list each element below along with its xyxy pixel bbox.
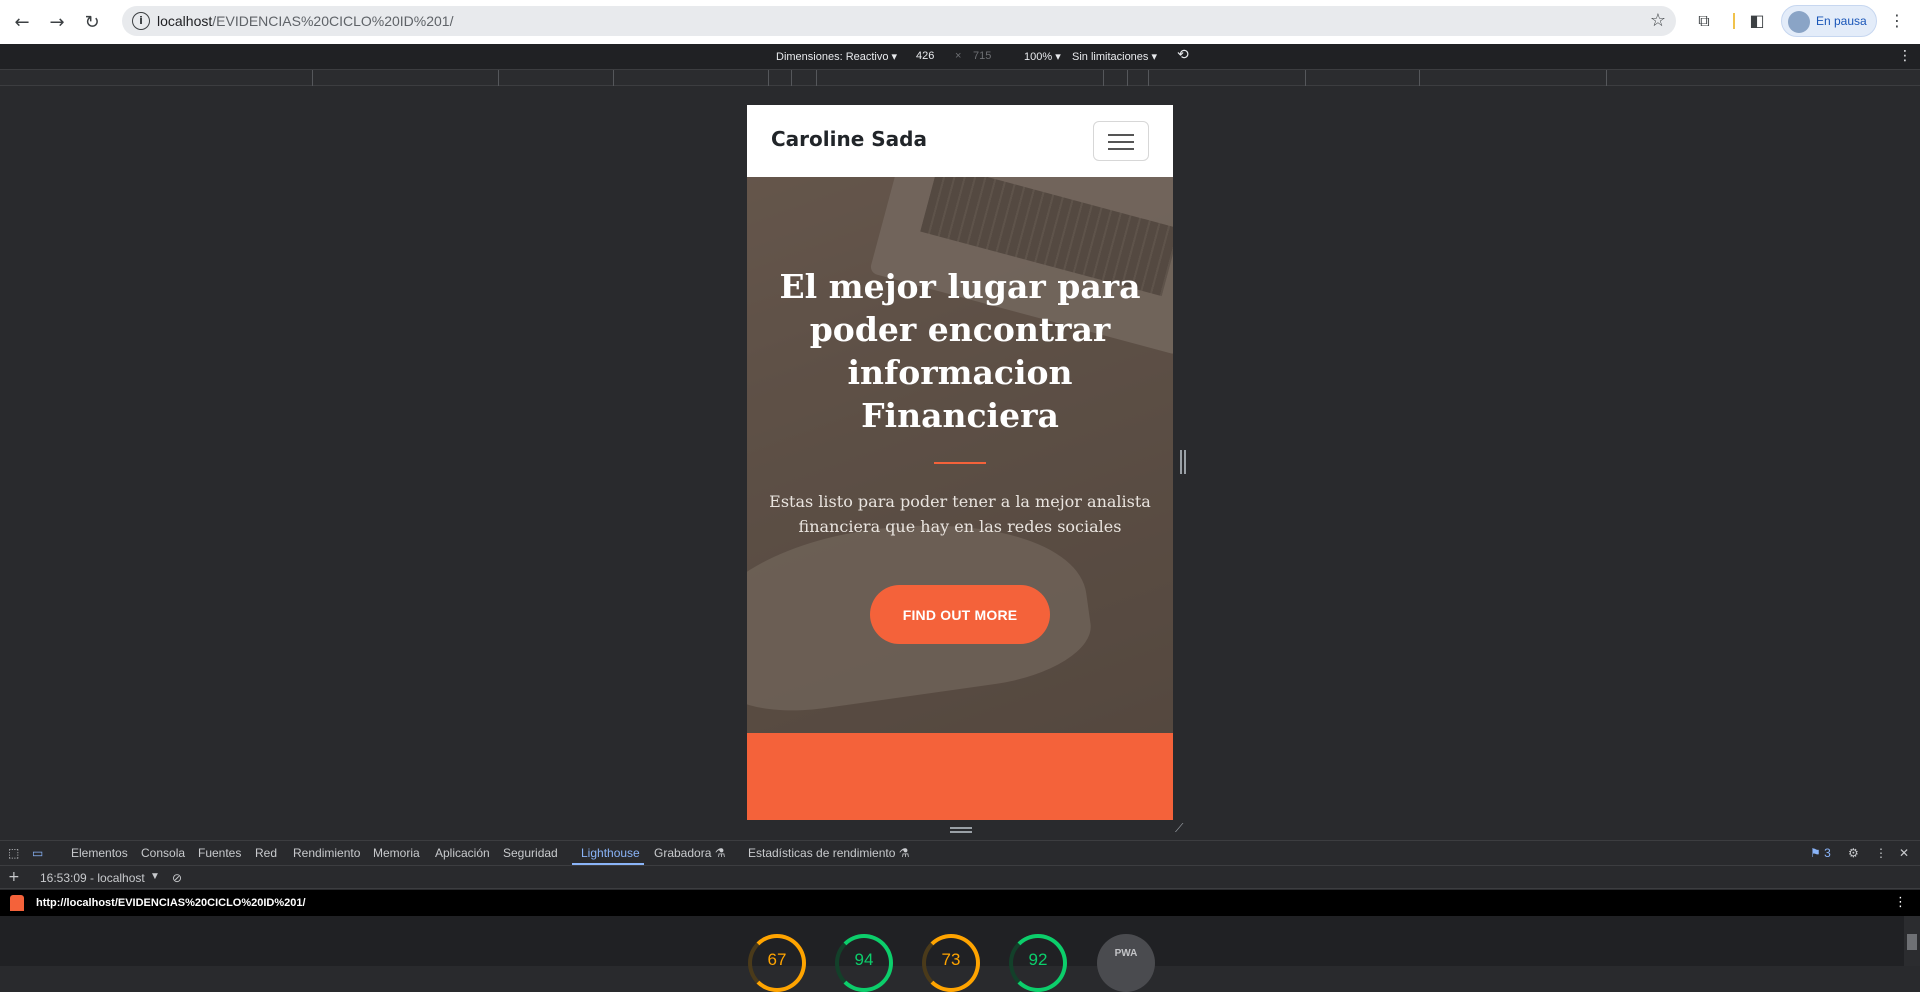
tab-estadisticas[interactable]: Estadísticas de rendimiento ⚗ [748, 846, 910, 860]
site-info-icon[interactable]: i [132, 12, 150, 30]
score-gauge-seo[interactable]: 92 [1009, 934, 1067, 992]
address-bar[interactable]: i localhost/EVIDENCIAS%20CICLO%20ID%201/… [122, 6, 1676, 36]
tab-elementos[interactable]: Elementos [71, 846, 128, 860]
menu-toggle-button[interactable] [1093, 121, 1149, 161]
score-gauge-accessibility[interactable]: 94 [835, 934, 893, 992]
back-arrow-icon[interactable]: ← [10, 10, 34, 34]
device-toolbar: Dimensiones: Reactivo ▾ 426 × 715 100% ▾… [0, 44, 1920, 69]
rotate-icon[interactable]: ⟲ [1177, 47, 1189, 63]
report-selector[interactable]: 16:53:09 - localhost [40, 871, 145, 885]
lighthouse-report: 67 94 73 92 PWA [0, 916, 1910, 992]
zoom-dropdown[interactable]: 100% ▾ [1024, 50, 1061, 63]
hero-section: El mejor lugar para poder encontrar info… [747, 177, 1173, 733]
device-options-icon[interactable]: ⋮ [1898, 48, 1912, 64]
profile-button[interactable]: En pausa [1781, 5, 1877, 37]
settings-gear-icon[interactable]: ⚙ [1848, 846, 1859, 860]
device-viewport: Caroline Sada El mejor lugar para poder … [747, 105, 1173, 820]
report-url[interactable]: http://localhost/EVIDENCIAS%20CICLO%20ID… [36, 897, 306, 909]
lighthouse-toolbar: + 16:53:09 - localhost ▼ ⊘ [0, 865, 1920, 889]
width-input[interactable]: 426 [916, 50, 934, 62]
issues-badge[interactable]: ⚑ 3 [1810, 846, 1831, 860]
device-toggle-icon[interactable]: ▭ [32, 846, 43, 860]
site-brand[interactable]: Caroline Sada [771, 127, 927, 151]
resize-handle-bottom[interactable] [950, 827, 972, 833]
close-devtools-icon[interactable]: ✕ [1899, 846, 1909, 860]
score-accessibility: 94 [854, 950, 874, 969]
about-section [747, 733, 1173, 820]
find-out-more-button[interactable]: FIND OUT MORE [870, 585, 1050, 644]
tab-fuentes[interactable]: Fuentes [198, 846, 241, 860]
url-path: /EVIDENCIAS%20CICLO%20ID%201/ [212, 13, 454, 29]
reload-icon[interactable]: ↻ [80, 10, 104, 34]
height-input[interactable]: 715 [973, 50, 991, 62]
report-dropdown-chevron-icon[interactable]: ▼ [150, 871, 160, 882]
forward-arrow-icon[interactable]: → [45, 10, 69, 34]
dimension-separator: × [955, 50, 962, 62]
throttle-dropdown[interactable]: Sin limitaciones ▾ [1072, 50, 1157, 63]
tab-aplicacion[interactable]: Aplicación [435, 846, 490, 860]
issues-count: 3 [1824, 846, 1831, 860]
resize-handle-right[interactable] [1180, 450, 1186, 474]
tab-grabadora[interactable]: Grabadora ⚗ [654, 846, 725, 860]
hero-title: El mejor lugar para poder encontrar info… [779, 267, 1141, 435]
devtools-tabbar: ⬚ ▭ Elementos Consola Fuentes Red Rendim… [0, 840, 1920, 865]
media-query-ruler [0, 69, 1920, 86]
hero-divider [934, 462, 986, 464]
score-best-practices: 73 [941, 950, 961, 969]
devtools-menu-icon[interactable]: ⋮ [1875, 846, 1887, 860]
lighthouse-url-bar: http://localhost/EVIDENCIAS%20CICLO%20ID… [0, 890, 1920, 916]
tab-rendimiento[interactable]: Rendimiento [293, 846, 360, 860]
hero-subtitle: Estas listo para poder tener a la mejor … [769, 492, 1151, 536]
url-host: localhost [157, 13, 213, 29]
report-menu-icon[interactable]: ⋮ [1894, 895, 1907, 910]
side-panel-icon[interactable]: ◧ [1746, 10, 1768, 32]
resize-corner-icon[interactable]: ⟋ [1175, 822, 1187, 834]
toolbar-divider [1733, 13, 1735, 29]
tab-red[interactable]: Red [255, 846, 277, 860]
hamburger-icon [1108, 134, 1134, 136]
browser-toolbar: ← → ↻ i localhost/EVIDENCIAS%20CICLO%20I… [0, 0, 1920, 44]
score-gauge-best-practices[interactable]: 73 [922, 934, 980, 992]
bookmark-star-icon[interactable]: ☆ [1650, 10, 1666, 31]
browser-menu-icon[interactable]: ⋮ [1886, 10, 1908, 32]
extensions-icon[interactable]: ⧉ [1693, 10, 1715, 32]
pwa-badge[interactable]: PWA [1097, 934, 1155, 992]
site-navbar: Caroline Sada [747, 105, 1173, 177]
score-performance: 67 [767, 950, 787, 969]
tab-seguridad[interactable]: Seguridad [503, 846, 558, 860]
new-report-icon[interactable]: + [8, 869, 20, 885]
clear-reports-icon[interactable]: ⊘ [172, 871, 182, 885]
profile-label: En pausa [1816, 14, 1867, 28]
tab-consola[interactable]: Consola [141, 846, 185, 860]
address-url[interactable]: localhost/EVIDENCIAS%20CICLO%20ID%201/ [157, 13, 453, 29]
score-seo: 92 [1028, 950, 1048, 969]
lighthouse-logo-icon [10, 895, 24, 911]
tab-memoria[interactable]: Memoria [373, 846, 420, 860]
inspect-element-icon[interactable]: ⬚ [8, 846, 19, 860]
report-scrollbar[interactable] [1904, 916, 1920, 966]
score-gauge-performance[interactable]: 67 [748, 934, 806, 992]
tab-lighthouse[interactable]: Lighthouse [581, 846, 640, 860]
dimensions-dropdown[interactable]: Dimensiones: Reactivo ▾ [776, 50, 897, 63]
avatar [1788, 11, 1810, 33]
